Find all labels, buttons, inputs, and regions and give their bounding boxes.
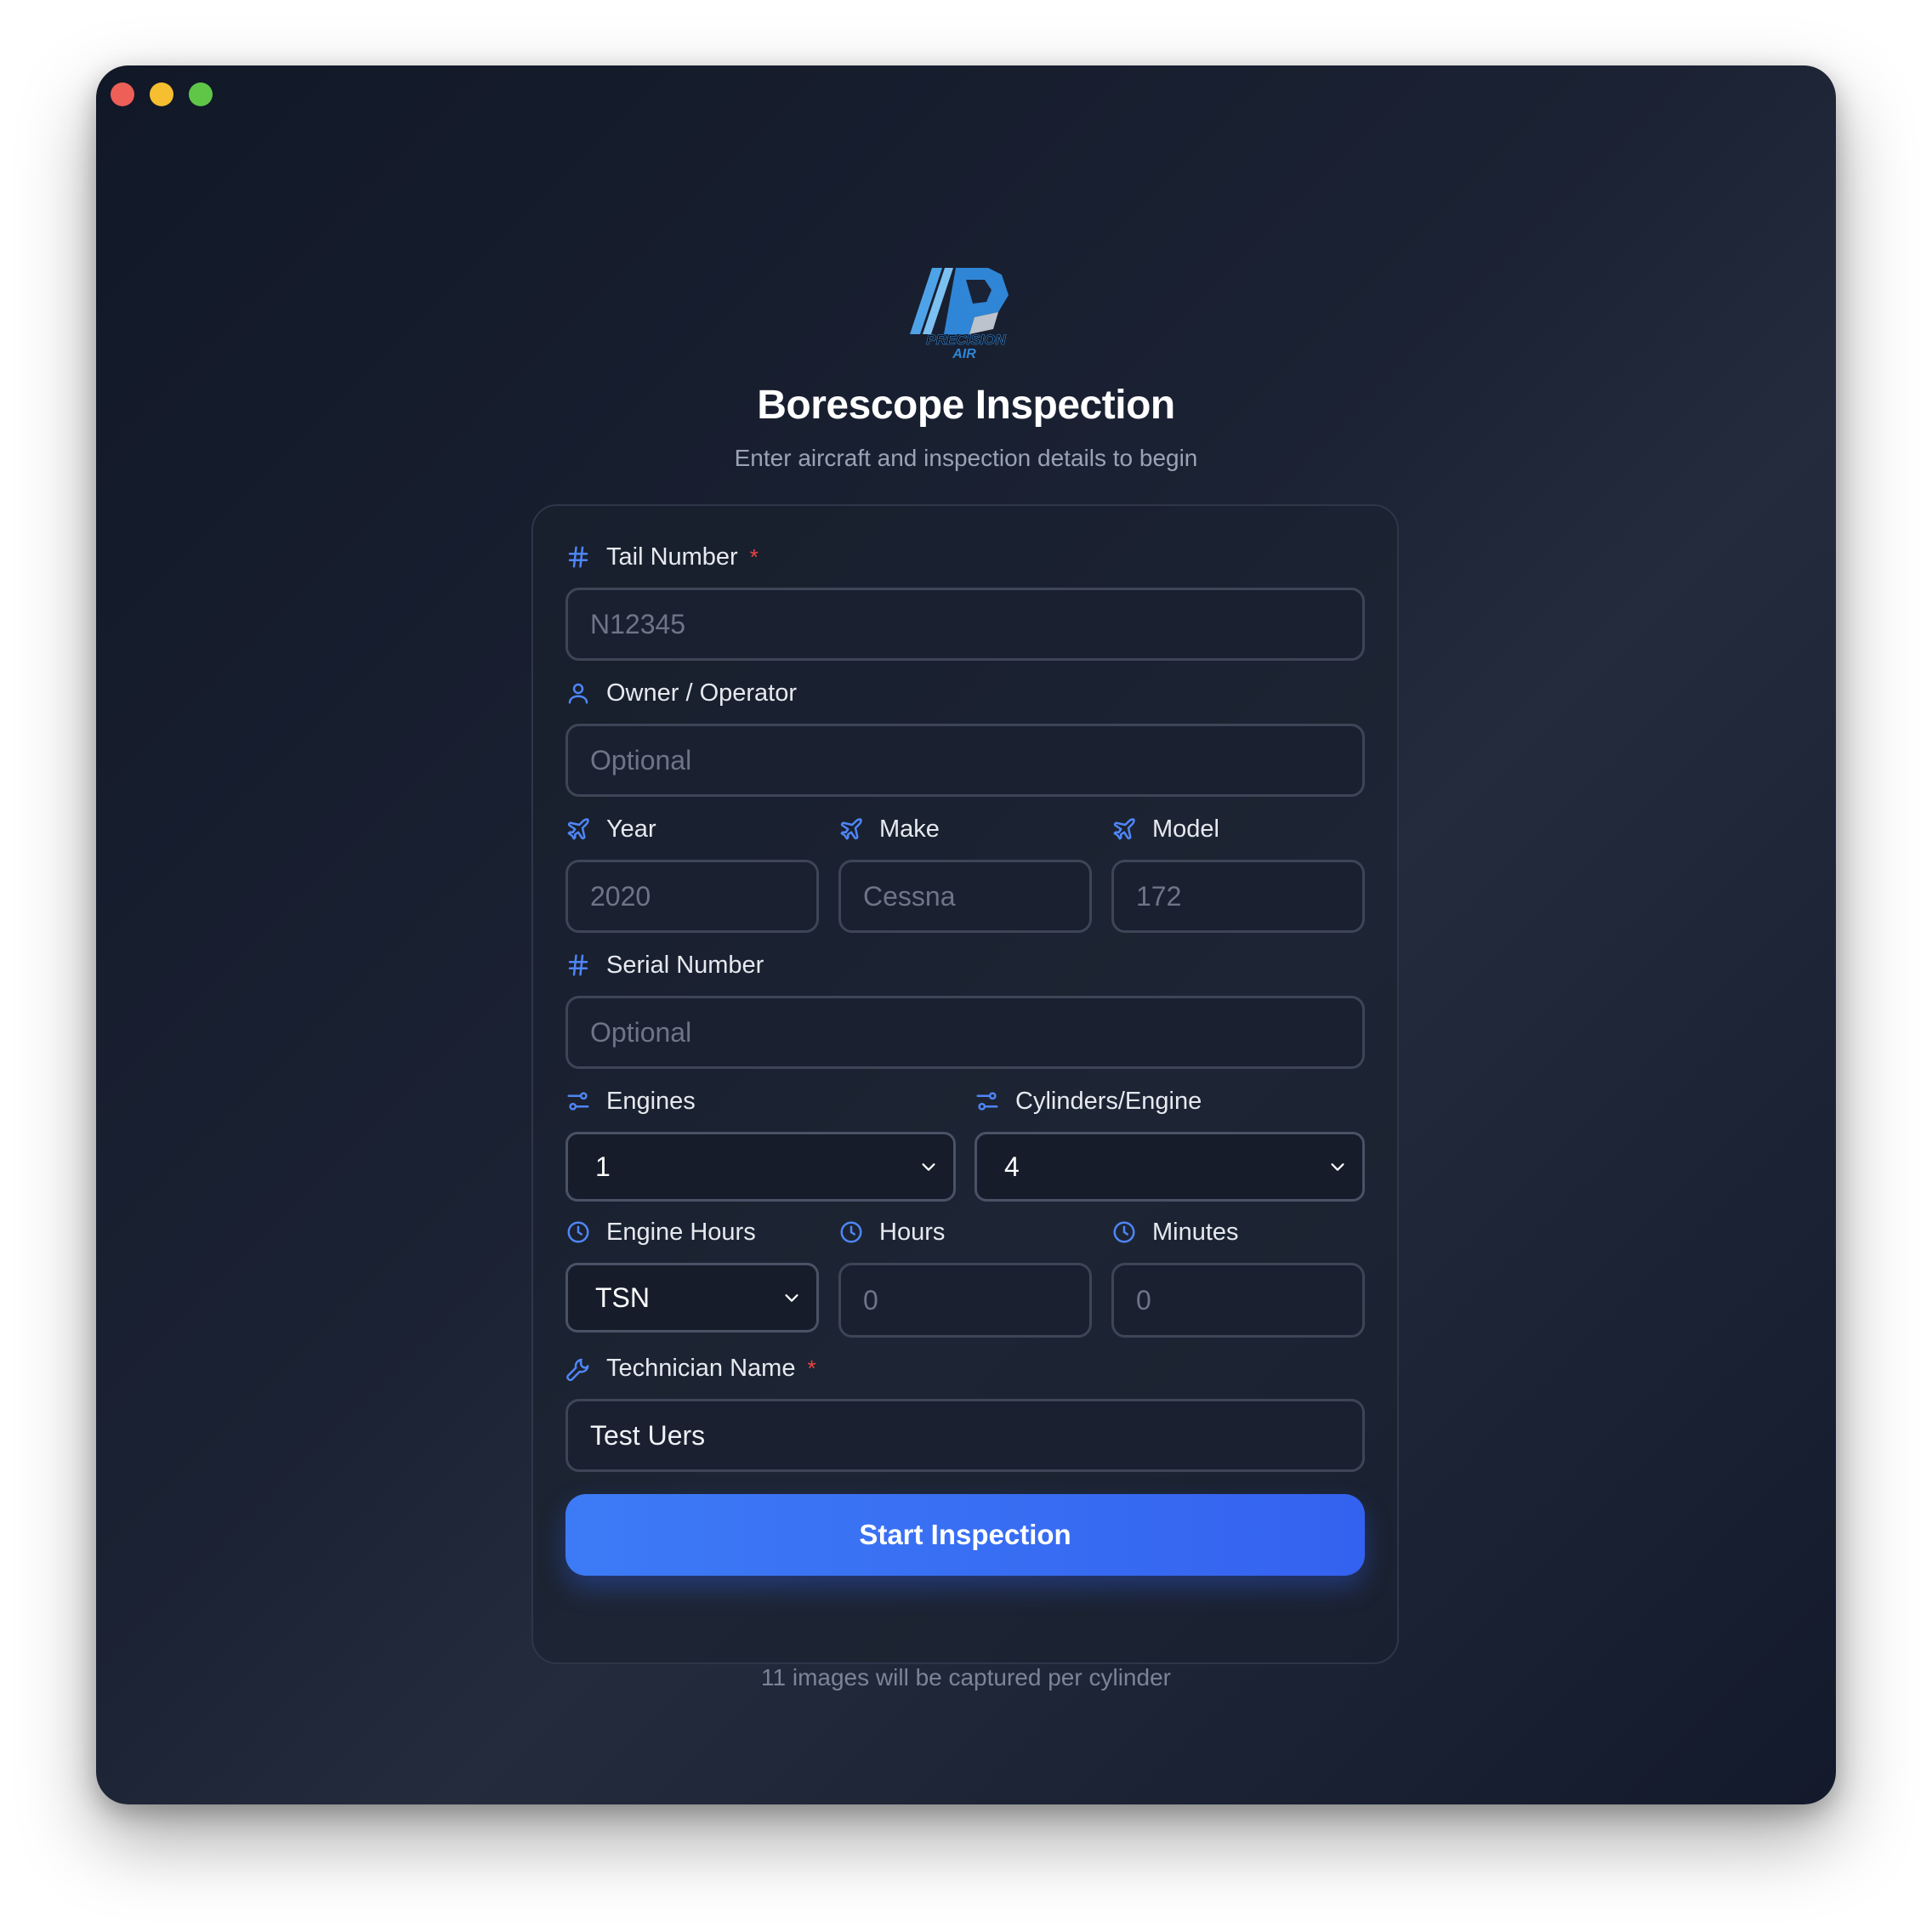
minutes-input[interactable]: 0 <box>1111 1263 1365 1338</box>
required-marker: * <box>749 543 759 570</box>
year-field: Year 2020 <box>565 812 819 933</box>
app-window: PRECISION AIR Borescope Inspection Enter… <box>96 65 1836 1804</box>
hash-icon <box>568 546 588 568</box>
owner-field: Owner / Operator Optional <box>565 676 1365 797</box>
user-icon <box>568 683 588 704</box>
required-marker: * <box>807 1355 816 1381</box>
minutes-label: Minutes <box>1152 1218 1239 1246</box>
sliders-icon <box>976 1092 998 1111</box>
make-label: Make <box>879 815 940 843</box>
serial-number-field: Serial Number Optional <box>565 948 1365 1069</box>
technician-field: Technician Name * Test Uers <box>565 1351 1365 1472</box>
cylinders-label: Cylinders/Engine <box>1015 1087 1202 1115</box>
engine-hours-select[interactable]: TSN <box>565 1263 819 1333</box>
engine-hours-field: Engine Hours TSN <box>565 1215 819 1333</box>
minutes-field: Minutes 0 <box>1111 1215 1365 1338</box>
make-input[interactable]: Cessna <box>838 860 1092 933</box>
owner-input[interactable]: Optional <box>565 724 1365 797</box>
tail-number-field: Tail Number * N12345 <box>565 540 1365 661</box>
cylinders-field: Cylinders/Engine 4 <box>975 1084 1365 1202</box>
svg-text:AIR: AIR <box>952 347 976 360</box>
window-controls <box>111 82 213 106</box>
engine-hours-label: Engine Hours <box>606 1218 756 1246</box>
model-label: Model <box>1152 815 1219 843</box>
zoom-button[interactable] <box>189 82 213 106</box>
plane-icon <box>840 818 862 840</box>
make-field: Make Cessna <box>838 812 1092 933</box>
sliders-icon <box>567 1092 589 1111</box>
clock-icon <box>1113 1221 1135 1243</box>
hash-icon <box>568 954 588 976</box>
tail-number-input[interactable]: N12345 <box>565 588 1365 661</box>
hours-field: Hours 0 <box>838 1215 1092 1338</box>
minimize-button[interactable] <box>150 82 173 106</box>
chevron-down-icon <box>785 1294 798 1302</box>
close-button[interactable] <box>111 82 134 106</box>
capture-info-text: 11 images will be captured per cylinder <box>761 1664 1171 1690</box>
cylinders-select[interactable]: 4 <box>975 1132 1365 1202</box>
hours-input[interactable]: 0 <box>838 1263 1092 1338</box>
svg-text:PRECISION: PRECISION <box>926 332 1006 348</box>
engines-field: Engines 1 <box>565 1084 956 1202</box>
serial-number-label: Serial Number <box>606 951 764 979</box>
year-input[interactable]: 2020 <box>565 860 819 933</box>
year-label: Year <box>606 815 656 843</box>
engines-label: Engines <box>606 1087 696 1115</box>
page-subtitle: Enter aircraft and inspection details to… <box>734 445 1198 471</box>
model-field: Model 172 <box>1111 812 1365 933</box>
serial-number-input[interactable]: Optional <box>565 996 1365 1069</box>
chevron-down-icon <box>922 1163 935 1171</box>
wrench-icon <box>566 1358 589 1381</box>
hours-label: Hours <box>879 1218 946 1246</box>
plane-icon <box>567 818 589 840</box>
technician-input[interactable]: Test Uers <box>565 1399 1365 1472</box>
engine-hours-selected-value: TSN <box>595 1281 650 1313</box>
start-inspection-button[interactable]: Start Inspection <box>565 1494 1365 1576</box>
owner-label: Owner / Operator <box>606 679 798 707</box>
clock-icon <box>840 1221 862 1243</box>
tail-number-label: Tail Number <box>606 543 738 571</box>
technician-label: Technician Name <box>606 1354 796 1382</box>
chevron-down-icon <box>1331 1163 1344 1171</box>
engines-selected-value: 1 <box>595 1151 611 1182</box>
precision-air-logo: PRECISION AIR <box>906 266 1026 361</box>
page-title: Borescope Inspection <box>757 383 1175 428</box>
model-input[interactable]: 172 <box>1111 860 1365 933</box>
plane-icon <box>1113 818 1135 840</box>
engines-select[interactable]: 1 <box>565 1132 956 1202</box>
clock-icon <box>567 1221 589 1243</box>
cylinders-selected-value: 4 <box>1004 1151 1020 1182</box>
